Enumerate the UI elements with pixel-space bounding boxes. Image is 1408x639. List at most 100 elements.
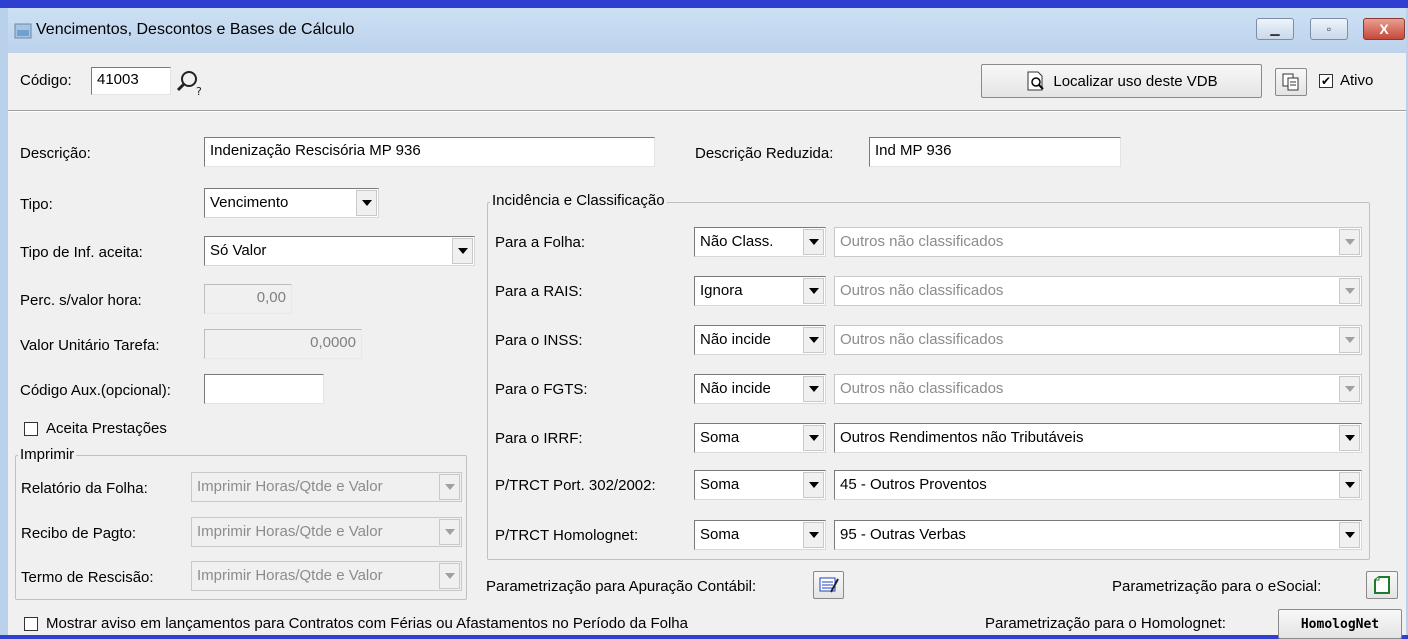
chevron-down-icon[interactable] [1339, 278, 1360, 304]
incidencia-type-value: Não Class. [700, 233, 774, 250]
chevron-down-icon[interactable] [803, 229, 824, 255]
termo-rescisao-label: Termo de Rescisão: [21, 569, 154, 586]
chevron-down-icon[interactable] [803, 278, 824, 304]
incidencia-type-value: Soma [700, 429, 740, 446]
incidencia-classificacao-select[interactable]: Outros Rendimentos não Tributáveis [834, 423, 1362, 453]
title-bar[interactable]: Vencimentos, Descontos e Bases de Cálcul… [8, 8, 1406, 53]
incidencia-classificacao-value: Outros não classificados [840, 331, 1004, 348]
incidencia-classificacao-select[interactable]: Outros não classificados [834, 276, 1362, 306]
recibo-pagto-select[interactable]: Imprimir Horas/Qtde e Valor [191, 517, 462, 547]
termo-rescisao-select[interactable]: Imprimir Horas/Qtde e Valor [191, 561, 462, 591]
search-icon[interactable]: ? [176, 68, 206, 98]
incidencia-classificacao-select[interactable]: Outros não classificados [834, 325, 1362, 355]
main-window: Vencimentos, Descontos e Bases de Cálcul… [0, 8, 1408, 639]
valor-unit-label: Valor Unitário Tarefa: [20, 337, 160, 354]
chevron-down-icon[interactable] [803, 376, 824, 402]
incidencia-row-label: Para o IRRF: [495, 430, 583, 447]
chevron-down-icon[interactable] [356, 190, 377, 216]
incidencia-row-label: P/TRCT Port. 302/2002: [495, 477, 656, 494]
incidencia-row-label: Para o FGTS: [495, 381, 588, 398]
incidencia-type-select[interactable]: Soma [694, 470, 826, 500]
recibo-pagto-value: Imprimir Horas/Qtde e Valor [197, 523, 383, 540]
descricao-label: Descrição: [20, 145, 91, 162]
apuracao-button[interactable] [813, 571, 844, 599]
tipo-select[interactable]: Vencimento [204, 188, 379, 218]
chevron-down-icon[interactable] [1339, 472, 1360, 498]
localizar-uso-button[interactable]: Localizar uso deste VDB [981, 64, 1262, 98]
incidencia-legend: Incidência e Classificação [490, 192, 667, 209]
tipo-inf-value: Só Valor [210, 242, 267, 259]
incidencia-type-value: Soma [700, 526, 740, 543]
close-button[interactable]: X [1363, 18, 1405, 40]
mostrar-aviso-checkbox[interactable] [24, 617, 38, 631]
chevron-down-icon[interactable] [803, 327, 824, 353]
incidencia-type-select[interactable]: Soma [694, 423, 826, 453]
perc-label: Perc. s/valor hora: [20, 292, 142, 309]
incidencia-type-value: Não incide [700, 380, 771, 397]
chevron-down-icon[interactable] [803, 522, 824, 548]
chevron-down-icon[interactable] [803, 425, 824, 451]
incidencia-classificacao-select[interactable]: 95 - Outras Verbas [834, 520, 1362, 550]
codigo-aux-label: Código Aux.(opcional): [20, 382, 171, 399]
incidencia-type-select[interactable]: Não incide [694, 374, 826, 404]
chevron-down-icon[interactable] [452, 238, 473, 264]
descricao-reduzida-input[interactable]: Ind MP 936 [869, 137, 1121, 167]
relatorio-folha-value: Imprimir Horas/Qtde e Valor [197, 478, 383, 495]
incidencia-classificacao-select[interactable]: Outros não classificados [834, 227, 1362, 257]
chevron-down-icon[interactable] [1339, 425, 1360, 451]
termo-rescisao-value: Imprimir Horas/Qtde e Valor [197, 567, 383, 584]
incidencia-type-select[interactable]: Soma [694, 520, 826, 550]
incidencia-classificacao-value: Outros Rendimentos não Tributáveis [840, 429, 1084, 446]
esocial-label: Parametrização para o eSocial: [1112, 578, 1322, 595]
document-search-icon [1027, 71, 1045, 91]
incidencia-type-select[interactable]: Não incide [694, 325, 826, 355]
chevron-down-icon[interactable] [1339, 327, 1360, 353]
incidencia-type-select[interactable]: Não Class. [694, 227, 826, 257]
homolognet-label: Parametrização para o Homolognet: [985, 615, 1226, 632]
minimize-button[interactable]: ▁ [1256, 18, 1294, 40]
app-icon [14, 23, 32, 39]
incidencia-type-value: Soma [700, 476, 740, 493]
chevron-down-icon[interactable] [439, 519, 460, 545]
incidencia-row-label: Para a Folha: [495, 234, 586, 251]
descricao-input[interactable]: Indenização Rescisória MP 936 [204, 137, 655, 167]
ativo-checkbox[interactable]: ✔ [1319, 74, 1333, 88]
aceita-prestacoes-checkbox[interactable] [24, 422, 38, 436]
incidencia-classificacao-value: 45 - Outros Proventos [840, 476, 987, 493]
incidencia-classificacao-value: Outros não classificados [840, 233, 1004, 250]
apuracao-label: Parametrização para Apuração Contábil: [486, 578, 757, 595]
perc-input[interactable]: 0,00 [204, 284, 292, 314]
incidencia-classificacao-select[interactable]: Outros não classificados [834, 374, 1362, 404]
toolbar-divider [8, 110, 1406, 112]
relatorio-folha-label: Relatório da Folha: [21, 480, 148, 497]
tipo-inf-label: Tipo de Inf. aceita: [20, 244, 143, 261]
relatorio-folha-select[interactable]: Imprimir Horas/Qtde e Valor [191, 472, 462, 502]
valor-unit-input[interactable]: 0,0000 [204, 329, 362, 359]
incidencia-type-select[interactable]: Ignora [694, 276, 826, 306]
maximize-button[interactable]: ▫ [1310, 18, 1348, 40]
esocial-icon [1374, 576, 1390, 594]
tipo-inf-select[interactable]: Só Valor [204, 236, 475, 266]
chevron-down-icon[interactable] [1339, 229, 1360, 255]
edit-table-icon [819, 577, 839, 593]
mostrar-aviso-label: Mostrar aviso em lançamentos para Contra… [46, 615, 688, 632]
incidencia-row-label: P/TRCT Homolognet: [495, 527, 639, 544]
codigo-aux-input[interactable] [204, 374, 324, 404]
chevron-down-icon[interactable] [439, 474, 460, 500]
tipo-label: Tipo: [20, 196, 53, 213]
copy-icon [1282, 73, 1299, 91]
chevron-down-icon[interactable] [439, 563, 460, 589]
esocial-button[interactable] [1366, 571, 1398, 599]
chevron-down-icon[interactable] [803, 472, 824, 498]
incidencia-row-label: Para a RAIS: [495, 283, 583, 300]
tipo-value: Vencimento [210, 194, 289, 211]
descricao-reduzida-label: Descrição Reduzida: [695, 145, 834, 162]
codigo-input[interactable]: 41003 [91, 67, 171, 95]
codigo-label: Código: [20, 72, 72, 89]
localizar-uso-label: Localizar uso deste VDB [1053, 72, 1218, 90]
chevron-down-icon[interactable] [1339, 522, 1360, 548]
incidencia-classificacao-select[interactable]: 45 - Outros Proventos [834, 470, 1362, 500]
chevron-down-icon[interactable] [1339, 376, 1360, 402]
copy-button[interactable] [1275, 68, 1307, 96]
maximize-icon: ▫ [1326, 22, 1332, 36]
